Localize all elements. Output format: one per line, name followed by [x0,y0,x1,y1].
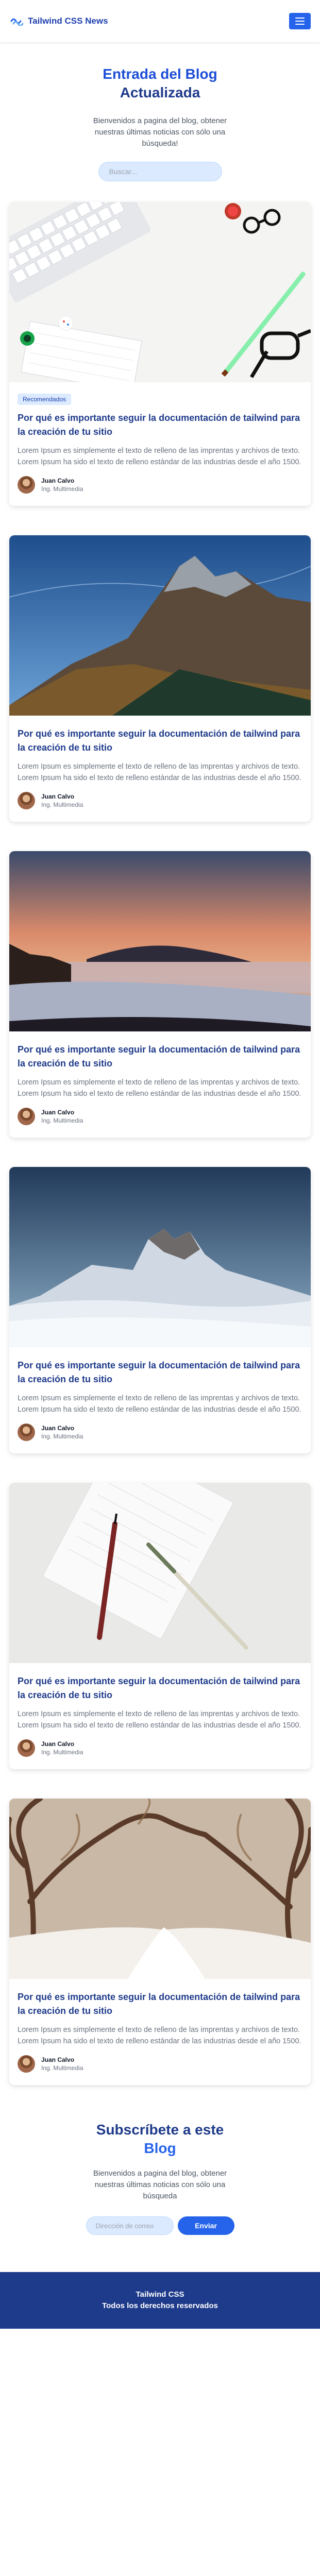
avatar [18,2055,35,2073]
post-excerpt: Lorem Ipsum es simplemente el texto de r… [18,1710,301,1730]
avatar [18,476,35,494]
post-author: Juan Calvo Ing. Multimedia [18,1108,302,1125]
subscribe-form: Enviar [21,2216,299,2235]
hero: Entrada del Blog Actualizada Bienvenidos… [0,42,320,181]
post-author: Juan Calvo Ing. Multimedia [18,476,302,494]
post-excerpt: Lorem Ipsum es simplemente el texto de r… [18,447,301,466]
author-role: Ing. Multimedia [41,2064,83,2072]
post-title[interactable]: Por qué es importante seguir la document… [18,1990,302,2018]
footer-copyright: Todos los derechos reservados [102,2301,218,2310]
post-image [9,851,311,1031]
post-title[interactable]: Por qué es importante seguir la document… [18,1043,302,1071]
post-image [9,1799,311,1979]
author-role: Ing. Multimedia [41,1749,83,1756]
post-excerpt: Lorem Ipsum es simplemente el texto de r… [18,1394,301,1414]
post-excerpt: Lorem Ipsum es simplemente el texto de r… [18,762,301,782]
post-author: Juan Calvo Ing. Multimedia [18,2055,302,2073]
author-role: Ing. Multimedia [41,801,83,808]
author-name: Juan Calvo [41,477,75,484]
post-author: Juan Calvo Ing. Multimedia [18,792,302,809]
author-role: Ing. Multimedia [41,485,83,493]
avatar [18,792,35,809]
hamburger-icon [295,18,305,19]
post-title[interactable]: Por qué es importante seguir la document… [18,1674,302,1702]
category-badge[interactable]: Recomendados [18,394,72,405]
post-card[interactable]: Recomendados Por qué es importante segui… [9,202,311,506]
post-image [9,202,311,382]
post-card[interactable]: Por qué es importante seguir la document… [9,535,311,822]
post-excerpt: Lorem Ipsum es simplemente el texto de r… [18,1078,301,1098]
post-excerpt: Lorem Ipsum es simplemente el texto de r… [18,2026,301,2045]
page-title: Entrada del Blog Actualizada [103,66,217,100]
submit-button[interactable]: Enviar [177,2216,234,2235]
menu-button[interactable] [289,13,311,29]
post-title[interactable]: Por qué es importante seguir la document… [18,1359,302,1386]
avatar [18,1423,35,1441]
author-name: Juan Calvo [41,2056,75,2063]
post-image [9,1167,311,1347]
post-list: Recomendados Por qué es importante segui… [0,181,320,2085]
post-author: Juan Calvo Ing. Multimedia [18,1423,302,1441]
post-image [9,1483,311,1663]
email-input[interactable] [86,2216,174,2235]
subscribe-description: Bienvenidos a pagina del blog, obtener n… [93,2169,227,2200]
author-name: Juan Calvo [41,793,75,800]
hero-description: Bienvenidos a pagina del blog, obtener n… [93,116,227,148]
brand-name: Tailwind CSS News [28,16,108,26]
post-card[interactable]: Por qué es importante seguir la document… [9,851,311,1138]
wave-logo-icon [10,18,24,26]
footer: Tailwind CSS Todos los derechos reservad… [0,2272,320,2329]
subscribe-title: Subscríbete a este Blog [96,2122,224,2156]
post-card[interactable]: Por qué es importante seguir la document… [9,1167,311,1453]
post-title[interactable]: Por qué es importante seguir la document… [18,411,302,439]
navbar: Tailwind CSS News [0,0,320,42]
footer-brand: Tailwind CSS [136,2290,184,2299]
avatar [18,1108,35,1125]
post-image [9,535,311,716]
post-author: Juan Calvo Ing. Multimedia [18,1739,302,1757]
author-role: Ing. Multimedia [41,1433,83,1440]
author-name: Juan Calvo [41,1740,75,1748]
author-name: Juan Calvo [41,1109,75,1116]
brand[interactable]: Tailwind CSS News [10,16,108,26]
author-name: Juan Calvo [41,1425,75,1432]
post-title[interactable]: Por qué es importante seguir la document… [18,727,302,755]
author-role: Ing. Multimedia [41,1117,83,1124]
avatar [18,1739,35,1757]
search-input[interactable] [98,162,222,181]
post-card[interactable]: Por qué es importante seguir la document… [9,1483,311,1769]
subscribe-section: Subscríbete a este Blog Bienvenidos a pa… [0,2114,320,2272]
post-card[interactable]: Por qué es importante seguir la document… [9,1799,311,2085]
